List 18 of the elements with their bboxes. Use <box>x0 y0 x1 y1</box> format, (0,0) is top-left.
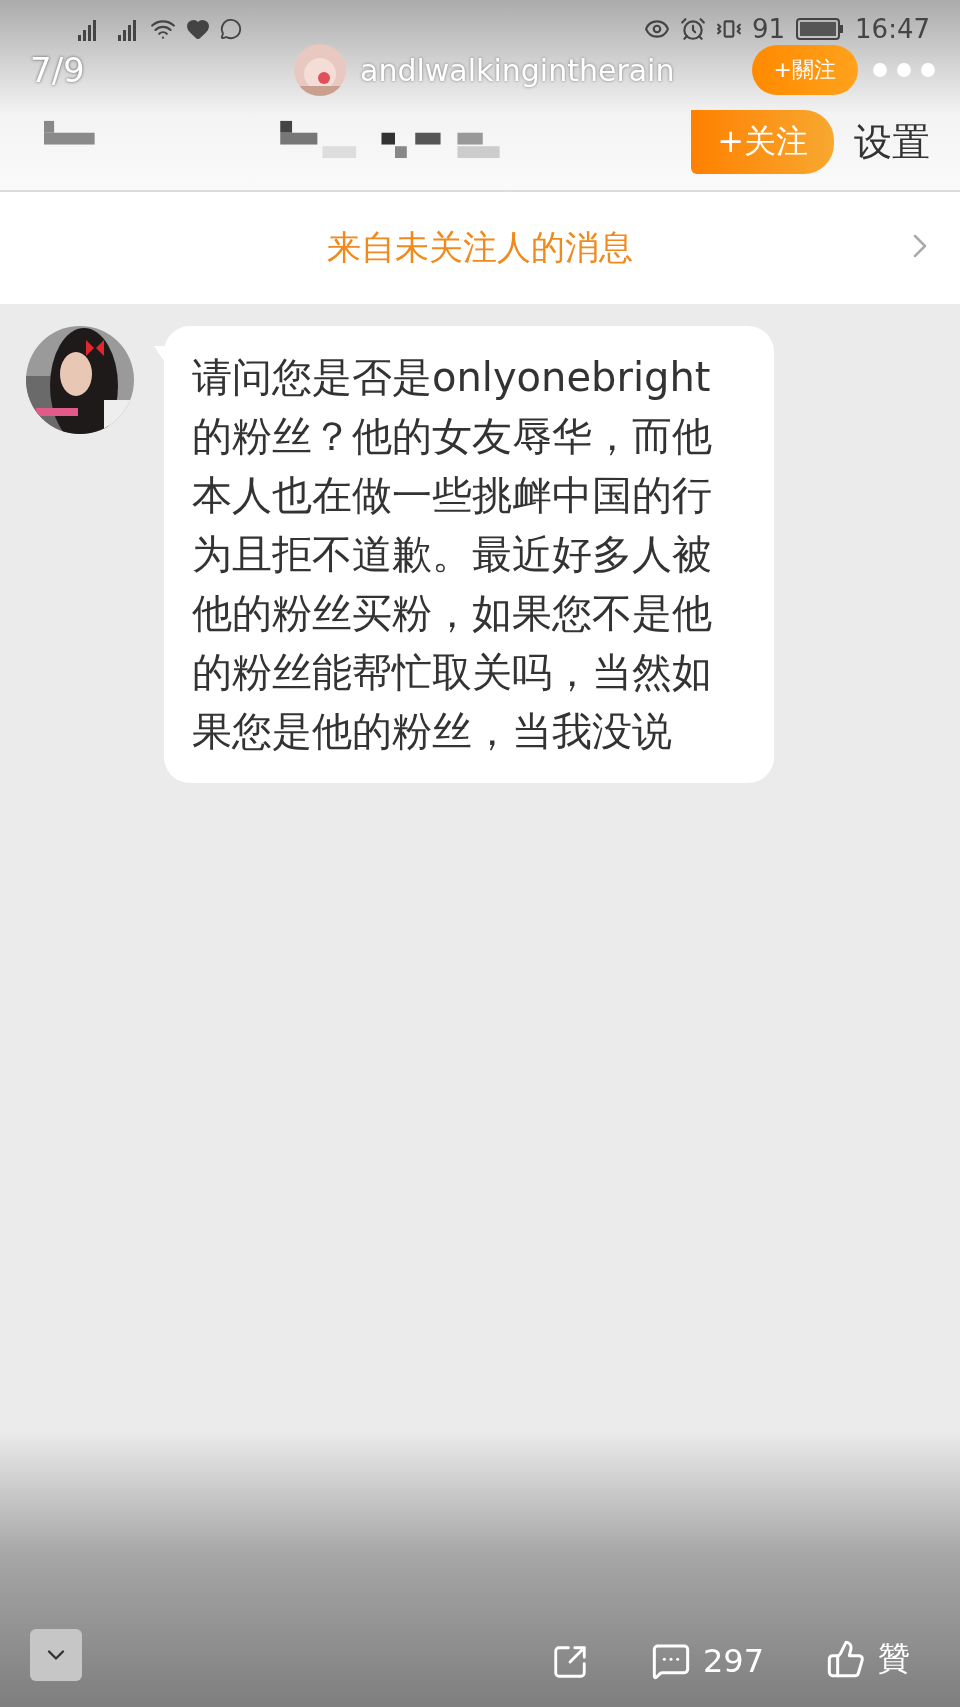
collapse-button[interactable] <box>30 1629 82 1681</box>
banner-title: 来自未关注人的消息 <box>327 226 633 269</box>
more-icon[interactable] <box>872 62 936 78</box>
image-counter: 7/9 <box>30 50 86 90</box>
follow-button[interactable]: +關注 <box>751 45 858 95</box>
stranger-messages-banner[interactable]: 来自未关注人的消息 <box>0 192 960 304</box>
battery-icon <box>795 17 846 41</box>
like-button[interactable]: 贊 <box>826 1637 910 1681</box>
heart-icon <box>186 17 210 41</box>
alarm-icon <box>679 16 706 42</box>
settings-link[interactable]: 设置 <box>854 116 930 168</box>
username[interactable]: andlwalkingintherain <box>360 52 738 88</box>
battery-level: 91 <box>751 14 786 44</box>
comment-button[interactable]: 297 <box>650 1641 764 1681</box>
clock-time: 16:47 <box>855 14 930 44</box>
chat-icon <box>220 18 242 40</box>
follow-button[interactable]: +关注 <box>691 110 834 174</box>
thumbs-up-icon <box>826 1639 866 1679</box>
